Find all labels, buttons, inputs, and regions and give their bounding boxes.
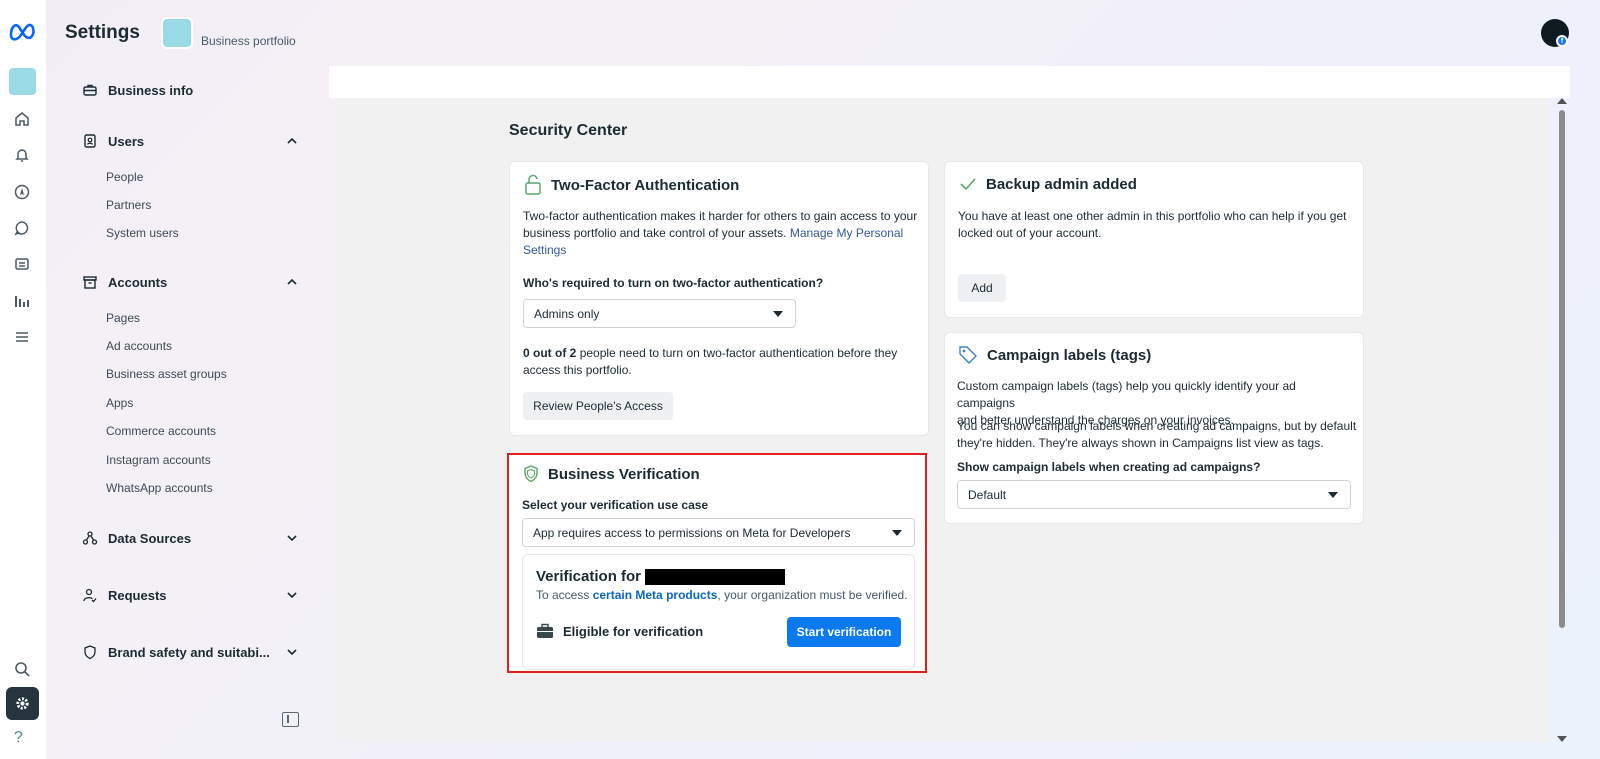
add-backup-admin-button[interactable]: Add <box>958 274 1006 302</box>
sidebar-item-label: Business info <box>108 82 194 98</box>
backup-admin-title: Backup admin added <box>958 174 1137 194</box>
redacted-business-name <box>645 569 786 586</box>
campaign-labels-question: Show campaign labels when creating ad ca… <box>957 460 1261 474</box>
caret-down-icon <box>1328 492 1338 498</box>
chevron-down-icon[interactable] <box>286 532 298 544</box>
backup-admin-description: You have at least one other admin in thi… <box>958 209 1347 240</box>
sidebar-section-users[interactable]: Users <box>82 133 298 149</box>
sidebar-item-business-asset-groups[interactable]: Business asset groups <box>106 367 227 381</box>
sidebar-section-label: Data Sources <box>108 530 192 546</box>
start-verification-button[interactable]: Start verification <box>787 617 901 647</box>
eligible-status: Eligible for verification <box>536 623 703 639</box>
home-icon[interactable] <box>11 108 33 130</box>
manage-personal-settings-link-cont[interactable]: Settings <box>523 243 566 257</box>
verification-access-text: To access certain Meta products, your or… <box>536 588 908 602</box>
sidebar-section-data-sources[interactable]: Data Sources <box>82 530 298 546</box>
sidebar-item-business-info[interactable]: Business info <box>82 82 298 98</box>
verification-for-heading: Verification for <box>536 568 786 586</box>
chevron-down-icon[interactable] <box>286 646 298 658</box>
campaign-labels-description-2: You can show campaign labels when creati… <box>957 419 1357 450</box>
briefcase-icon <box>82 82 98 98</box>
caret-down-icon <box>773 311 783 317</box>
help-icon[interactable]: ? <box>14 729 23 747</box>
checkmark-icon <box>960 178 976 191</box>
menu-icon[interactable] <box>11 326 33 348</box>
sidebar-section-label: Accounts <box>108 274 168 290</box>
sidebar-item-instagram-accounts[interactable]: Instagram accounts <box>106 453 211 467</box>
scroll-down-arrow[interactable] <box>1557 736 1567 742</box>
scroll-thumb[interactable] <box>1559 110 1565 628</box>
analytics-icon[interactable] <box>11 290 33 312</box>
sidebar-item-partners[interactable]: Partners <box>106 198 151 212</box>
campaign-labels-select[interactable]: Default <box>957 480 1351 509</box>
two-factor-count: 0 out of 2 people need to turn on two-fa… <box>523 346 898 377</box>
shield-check-icon <box>524 465 538 483</box>
sidebar-item-whatsapp-accounts[interactable]: WhatsApp accounts <box>106 481 213 495</box>
main-scrollbar[interactable] <box>1556 98 1568 742</box>
portfolio-switcher[interactable] <box>9 68 36 95</box>
bell-icon[interactable] <box>11 144 33 166</box>
two-factor-required-select[interactable]: Admins only <box>523 299 796 328</box>
archive-icon <box>82 274 98 290</box>
sidebar-item-ad-accounts[interactable]: Ad accounts <box>106 339 172 353</box>
chevron-down-icon[interactable] <box>286 589 298 601</box>
settings-gear-icon[interactable] <box>6 687 39 720</box>
page-header-title: Settings <box>65 22 140 43</box>
pages-icon[interactable] <box>11 253 33 275</box>
collapse-sidebar-icon[interactable] <box>282 712 299 727</box>
certain-meta-products-link[interactable]: certain Meta products <box>593 588 718 602</box>
chat-icon[interactable] <box>11 217 33 239</box>
two-factor-question: Who's required to turn on two-factor aut… <box>523 276 824 290</box>
main-top-strip <box>329 66 1570 98</box>
scroll-up-arrow[interactable] <box>1557 98 1567 104</box>
search-icon[interactable] <box>11 658 33 680</box>
review-peoples-access-button[interactable]: Review People's Access <box>523 392 673 420</box>
data-sources-icon <box>82 530 98 546</box>
sidebar-section-requests[interactable]: Requests <box>82 587 298 603</box>
sidebar-item-apps[interactable]: Apps <box>106 396 133 410</box>
shield-icon <box>82 644 98 660</box>
sidebar-item-commerce-accounts[interactable]: Commerce accounts <box>106 424 216 438</box>
verification-use-case-select[interactable]: App requires access to permissions on Me… <box>522 518 915 547</box>
sidebar-section-label: Users <box>108 133 145 149</box>
two-factor-description: Two-factor authentication makes it harde… <box>523 209 918 257</box>
person-check-icon <box>82 587 98 603</box>
chevron-up-icon[interactable] <box>286 135 298 147</box>
campaign-labels-title: Campaign labels (tags) <box>957 344 1151 366</box>
business-verification-title: Business Verification <box>522 464 700 484</box>
sidebar-section-label: Brand safety and suitabi... <box>108 644 270 660</box>
sidebar-section-accounts[interactable]: Accounts <box>82 274 298 290</box>
sidebar-section-label: Requests <box>108 587 167 603</box>
meta-logo-icon[interactable] <box>8 20 38 42</box>
tag-icon <box>959 346 977 364</box>
portfolio-label[interactable]: Business portfolio <box>201 34 296 48</box>
compass-icon[interactable] <box>11 181 33 203</box>
page-title: Security Center <box>509 122 628 139</box>
two-factor-title: Two-Factor Authentication <box>523 174 739 196</box>
verification-use-case-label: Select your verification use case <box>522 498 709 512</box>
chevron-up-icon[interactable] <box>286 276 298 288</box>
portfolio-avatar[interactable] <box>161 17 193 49</box>
unlock-icon <box>525 174 541 195</box>
left-rail: ? <box>0 0 46 759</box>
manage-personal-settings-link[interactable]: Manage My Personal <box>790 226 903 240</box>
caret-down-icon <box>892 530 902 536</box>
sidebar-item-people[interactable]: People <box>106 170 143 184</box>
briefcase-icon <box>537 623 553 638</box>
users-icon <box>82 133 98 149</box>
sidebar-section-brand-safety[interactable]: Brand safety and suitabi... <box>82 644 298 660</box>
sidebar-item-system-users[interactable]: System users <box>106 226 179 240</box>
facebook-badge-icon: f <box>1556 35 1568 47</box>
sidebar-item-pages[interactable]: Pages <box>106 311 140 325</box>
